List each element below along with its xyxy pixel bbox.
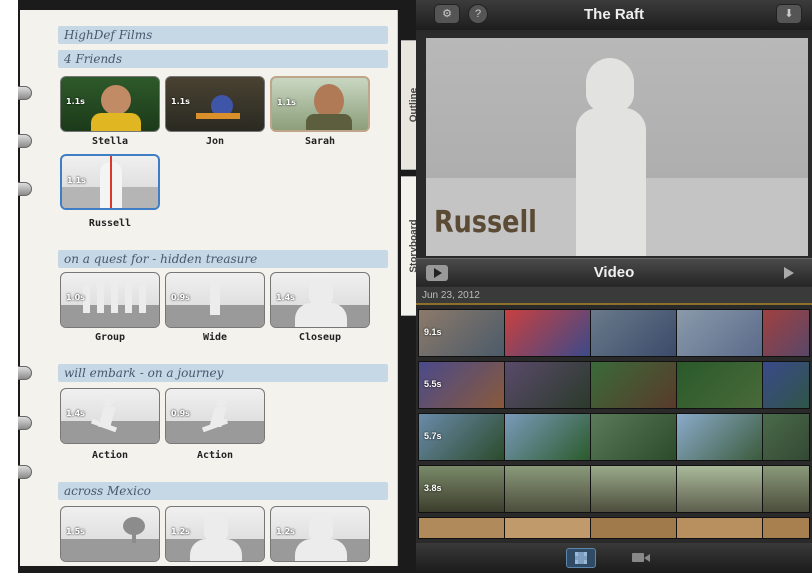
strip-frame — [591, 466, 677, 512]
clip-label: Closeup — [298, 332, 342, 343]
clip-label: Action — [91, 450, 129, 461]
strip-frame — [763, 518, 809, 538]
section-header-journey[interactable]: will embark - on a journey — [58, 364, 388, 382]
strip-frame — [677, 466, 763, 512]
clip-duration: 5.7s — [424, 431, 442, 441]
storyboard-clip-closeup-3[interactable]: 1.2s — [270, 506, 370, 562]
storyboard-clip-action-1[interactable]: 1.4s — [60, 388, 160, 444]
clip-duration: 3.8s — [424, 483, 442, 493]
media-date: Jun 23, 2012 — [416, 287, 812, 305]
clip-label: Russell — [88, 218, 132, 229]
binder-ring — [18, 416, 32, 430]
binder-ring — [18, 182, 32, 196]
clip-duration: 1.1s — [66, 97, 85, 106]
clip-duration: 1.2s — [276, 527, 295, 536]
storyboard-clip-landscape[interactable]: 1.5s — [60, 506, 160, 562]
strip-frame — [677, 362, 763, 408]
video-filter-button[interactable] — [566, 548, 596, 568]
storyboard-clip-russell[interactable]: 1.1s — [60, 154, 160, 210]
share-icon: ⬇ — [784, 8, 794, 20]
strip-frame — [677, 414, 763, 460]
clip-duration: 1.1s — [277, 98, 296, 107]
storyboard-clip-sarah[interactable]: 1.1s — [270, 76, 370, 132]
clip-label: Stella — [91, 136, 129, 147]
device-frame: HighDef Films 4 Friends 1.1s Stella 1.1s… — [18, 0, 812, 573]
strip-frame — [505, 310, 591, 356]
playhead-marker — [110, 156, 112, 208]
camera-button[interactable] — [626, 548, 656, 568]
media-browser-title: Video — [593, 264, 635, 281]
binder-ring — [18, 86, 32, 100]
clip-duration: 0.9s — [171, 409, 190, 418]
media-clip-strip[interactable] — [418, 517, 810, 539]
placeholder-body — [576, 108, 646, 256]
binder-ring — [18, 465, 32, 479]
strip-frame — [505, 362, 591, 408]
storyboard-notebook: HighDef Films 4 Friends 1.1s Stella 1.1s… — [18, 10, 398, 566]
binder-ring — [18, 366, 32, 380]
clip-duration: 1.5s — [66, 527, 85, 536]
section-header-friends[interactable]: 4 Friends — [58, 50, 388, 68]
clip-duration: 5.5s — [424, 379, 442, 389]
share-button[interactable]: ⬇ — [776, 4, 802, 24]
storyboard-clip-stella[interactable]: 1.1s — [60, 76, 160, 132]
media-clip-strip[interactable]: 9.1s — [418, 309, 810, 357]
storyboard-clip-jon[interactable]: 1.1s — [165, 76, 265, 132]
clip-label: Group — [94, 332, 126, 343]
binder-ring — [18, 134, 32, 148]
clip-label: Action — [196, 450, 234, 461]
section-header-title[interactable]: HighDef Films — [58, 26, 388, 44]
video-camera-icon — [632, 553, 650, 562]
film-icon — [575, 552, 587, 564]
top-toolbar: ⚙ ? The Raft ⬇ — [416, 0, 812, 30]
storyboard-clip-closeup[interactable]: 1.4s — [270, 272, 370, 328]
strip-frame — [505, 518, 591, 538]
strip-frame — [591, 414, 677, 460]
clip-duration: 1.1s — [67, 176, 86, 185]
clip-duration: 1.4s — [66, 409, 85, 418]
media-type-bar — [416, 543, 812, 573]
strip-frame — [505, 466, 591, 512]
media-browser-header: Video — [416, 258, 812, 286]
viewer-title-overlay: Russell — [434, 205, 537, 240]
clip-duration: 1.1s — [171, 97, 190, 106]
storyboard-clip-wide[interactable]: 0.9s — [165, 272, 265, 328]
media-clip-strip[interactable]: 3.8s — [418, 465, 810, 513]
strip-frame — [677, 518, 763, 538]
clip-duration: 1.4s — [276, 293, 295, 302]
placeholder-head — [586, 58, 634, 112]
binder-rings — [18, 10, 32, 566]
strip-frame — [763, 414, 809, 460]
media-clip-strip[interactable]: 5.7s — [418, 413, 810, 461]
strip-frame — [419, 518, 505, 538]
section-header-quest[interactable]: on a quest for - hidden treasure — [58, 250, 388, 268]
clip-duration: 1.2s — [171, 527, 190, 536]
storyboard-clip-group[interactable]: 1.0s — [60, 272, 160, 328]
clip-label: Wide — [202, 332, 228, 343]
strip-frame — [505, 414, 591, 460]
media-clip-strip[interactable]: 5.5s — [418, 361, 810, 409]
strip-frame — [763, 362, 809, 408]
clip-duration: 9.1s — [424, 327, 442, 337]
strip-frame — [591, 310, 677, 356]
storyboard-clip-closeup-2[interactable]: 1.2s — [165, 506, 265, 562]
strip-frame — [591, 518, 677, 538]
chevron-right-icon[interactable] — [784, 267, 794, 279]
project-title: The Raft — [584, 6, 644, 23]
strip-frame — [677, 310, 763, 356]
strip-frame — [591, 362, 677, 408]
clip-label: Jon — [205, 136, 225, 147]
clip-duration: 1.0s — [66, 293, 85, 302]
clip-label: Sarah — [304, 136, 336, 147]
strip-frame — [763, 466, 809, 512]
storyboard-clip-action-2[interactable]: 0.9s — [165, 388, 265, 444]
preview-viewer[interactable]: Russell — [426, 38, 808, 256]
strip-frame — [763, 310, 809, 356]
project-panel: ⚙ ? The Raft ⬇ Russell Video Jun 23, 201… — [416, 0, 812, 573]
clip-duration: 0.9s — [171, 293, 190, 302]
section-header-mexico[interactable]: across Mexico — [58, 482, 388, 500]
